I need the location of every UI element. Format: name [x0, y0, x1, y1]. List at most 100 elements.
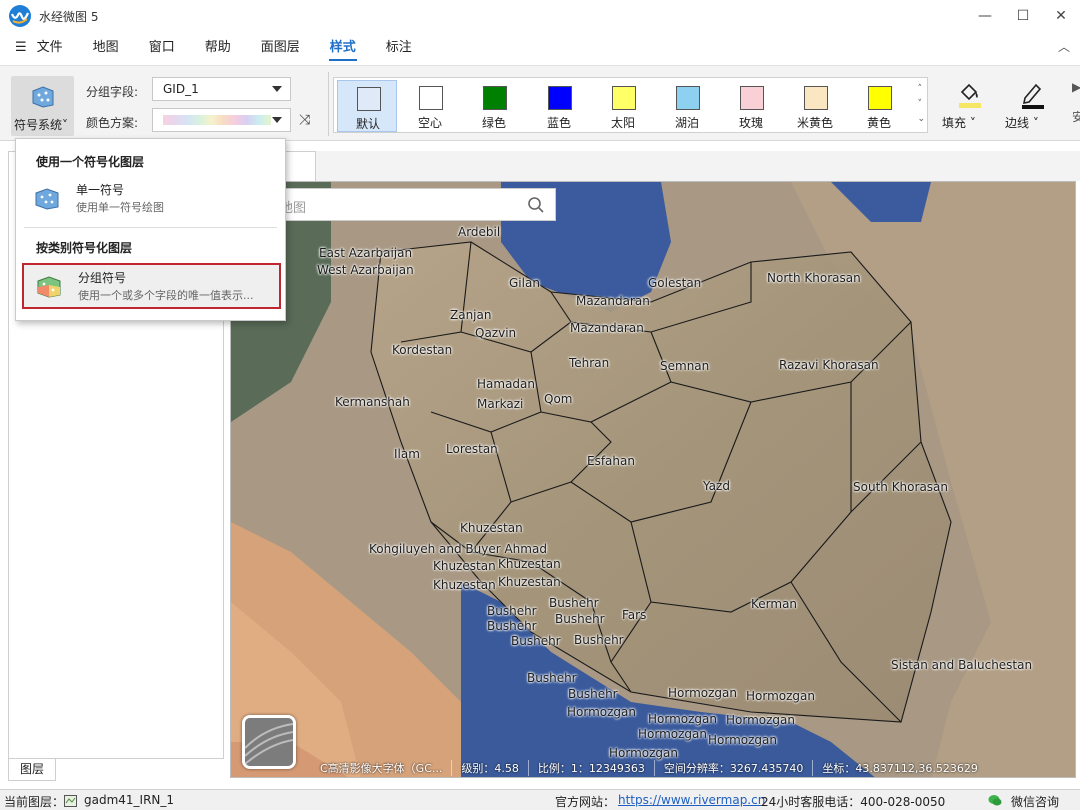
map-label: Sistan and Baluchestan: [891, 658, 1033, 672]
symbol-system-icon: [32, 86, 54, 108]
map-label: North Khorasan: [767, 271, 861, 285]
style-label: 绿色: [481, 116, 506, 130]
style-lake[interactable]: 湖泊: [657, 80, 717, 132]
map-label: Hormozgan: [609, 746, 678, 760]
search-icon[interactable]: [527, 196, 545, 214]
style-green[interactable]: 绿色: [464, 80, 524, 132]
basemap-thumbnail-icon: [245, 718, 293, 766]
fill-label: 填充: [942, 116, 967, 130]
grouped-symbol-desc: 使用一个或多个字段的唯一值表示...: [78, 289, 254, 302]
map-label: Bushehr: [487, 619, 537, 633]
map-label: Khuzestan: [498, 557, 561, 571]
wechat-icon: [988, 795, 1002, 806]
stroke-label: 边线: [1005, 116, 1030, 130]
hotline-text: 24小时客服电话：400-028-0050: [761, 795, 946, 809]
map-label: Kermanshah: [335, 395, 410, 409]
scroll-down-icon[interactable]: ˅: [917, 97, 925, 112]
menu-help[interactable]: 帮助: [190, 33, 246, 63]
map-label: Hormozgan: [726, 713, 795, 727]
map-label: Khuzestan: [433, 559, 496, 573]
style-label: 空心: [417, 116, 442, 130]
menu-polygon-layer[interactable]: 面图层: [246, 33, 315, 63]
style-sun[interactable]: 太阳: [593, 80, 653, 132]
map-status-bar: C高清影像大字体（GC... 级别：4.58 比例：1：12349363 空间分…: [311, 759, 987, 777]
style-label: 黄色: [866, 116, 891, 130]
zoom-level: 级别：4.58: [452, 760, 529, 776]
ribbon-separator: [328, 72, 329, 136]
style-swatch: [419, 86, 443, 110]
menu-window[interactable]: 窗口: [134, 33, 190, 63]
style-label: 玫瑰: [738, 116, 763, 130]
style-palette: 默认 空心 绿色 蓝色 太阳 湖泊 玫瑰 米黄色 黄色 ˄ ˅ ⌄: [333, 77, 928, 133]
map-label: Qazvin: [475, 326, 517, 340]
wechat-consult-link[interactable]: 微信咨询: [1011, 793, 1059, 810]
menu-file[interactable]: 文件: [33, 33, 78, 63]
ribbon: 符号系统˅ 分组字段: GID_1 颜色方案: ⤨ 默认 空心 绿色 蓝色 太阳: [0, 65, 1080, 141]
chevron-down-icon: ˅: [1032, 116, 1039, 130]
dropdown-arrow-icon: [272, 86, 282, 92]
map-label: Zanjan: [450, 308, 492, 322]
collapse-ribbon-icon[interactable]: ︿: [1058, 38, 1070, 55]
pencil-icon: [1022, 83, 1044, 109]
menu-toggle-icon[interactable]: ☰: [0, 33, 33, 63]
map-label: Bushehr: [555, 612, 605, 626]
group-field-select[interactable]: GID_1: [152, 77, 291, 101]
map-label: Qom: [544, 392, 573, 406]
stroke-button[interactable]: 边线 ˅: [1005, 78, 1059, 134]
symbol-system-menu: 使用一个符号化图层 单一符号 使用单一符号绘图 按类别符号化图层 分组符号 使用…: [15, 138, 286, 321]
grouped-symbol-icon: [37, 276, 61, 298]
fill-button[interactable]: 填充 ˅: [942, 78, 996, 134]
menu-style[interactable]: 样式: [315, 33, 371, 63]
menu-map[interactable]: 地图: [78, 33, 134, 63]
map-label: Bushehr: [568, 687, 618, 701]
cursor-coordinates: 坐标：43.837112,36.523629: [822, 762, 978, 775]
menu-label[interactable]: 标注: [371, 33, 427, 63]
map-label: Kerman: [751, 597, 798, 611]
style-blue[interactable]: 蓝色: [529, 80, 589, 132]
map-label: Hamadan: [477, 377, 535, 391]
symbol-system-button[interactable]: 符号系统˅: [11, 76, 74, 136]
menu-section-header: 使用一个符号化图层: [36, 155, 145, 169]
tab-layers[interactable]: 图层: [8, 759, 56, 781]
ribbon-more-button[interactable]: ▶ 安: [1072, 80, 1080, 136]
dropdown-arrow-icon: [272, 117, 282, 123]
expand-gallery-icon[interactable]: ⌄: [917, 112, 925, 127]
map-label: Golestan: [648, 276, 702, 290]
style-beige[interactable]: 米黄色: [785, 80, 845, 132]
single-symbol-desc: 使用单一符号绘图: [76, 201, 164, 214]
map-label: South Khorasan: [853, 480, 949, 494]
maximize-button[interactable]: ☐: [1004, 0, 1042, 32]
website-link[interactable]: https://www.rivermap.cn: [618, 793, 765, 807]
map-label: Yazd: [703, 479, 730, 493]
map-tab[interactable]: [282, 151, 316, 181]
map-label: Markazi: [477, 397, 524, 411]
style-hollow[interactable]: 空心: [400, 80, 460, 132]
color-scheme-label: 颜色方案:: [86, 116, 139, 130]
ribbon-edge-label: 安: [1072, 110, 1080, 124]
app-title: 水经微图 5: [39, 9, 99, 24]
grouped-symbol-title: 分组符号: [78, 271, 127, 285]
style-yellow[interactable]: 黄色: [849, 80, 909, 132]
style-default[interactable]: 默认: [337, 80, 397, 132]
map-label: Esfahan: [587, 454, 635, 468]
map-label: Mazandaran: [576, 294, 650, 308]
style-swatch: [548, 86, 572, 110]
group-field-label: 分组字段:: [86, 85, 139, 99]
minimize-button[interactable]: —: [966, 0, 1004, 32]
scroll-up-icon[interactable]: ˄: [917, 82, 925, 97]
style-label: 米黄色: [796, 116, 833, 130]
paint-bucket-icon: [959, 83, 981, 108]
grouped-symbol-item[interactable]: 分组符号 使用一个或多个字段的唯一值表示...: [22, 263, 281, 309]
map-label: Bushehr: [549, 596, 599, 610]
close-button[interactable]: ✕: [1042, 0, 1080, 32]
app-logo-icon: [9, 5, 31, 27]
color-scheme-select[interactable]: [152, 108, 291, 132]
spatial-resolution: 空间分辨率：3267.435740: [655, 760, 814, 776]
map-view[interactable]: Ardebil East Azarbaijan West Azarbaijan …: [230, 181, 1076, 778]
website-label: 官方网站：: [555, 795, 616, 809]
basemap-switcher[interactable]: [242, 715, 296, 769]
single-symbol-item[interactable]: 单一符号 使用单一符号绘图: [22, 177, 281, 223]
style-rose[interactable]: 玫瑰: [721, 80, 781, 132]
chevron-down-icon: ˅: [969, 116, 976, 130]
shuffle-colors-icon[interactable]: ⤨: [299, 112, 310, 128]
